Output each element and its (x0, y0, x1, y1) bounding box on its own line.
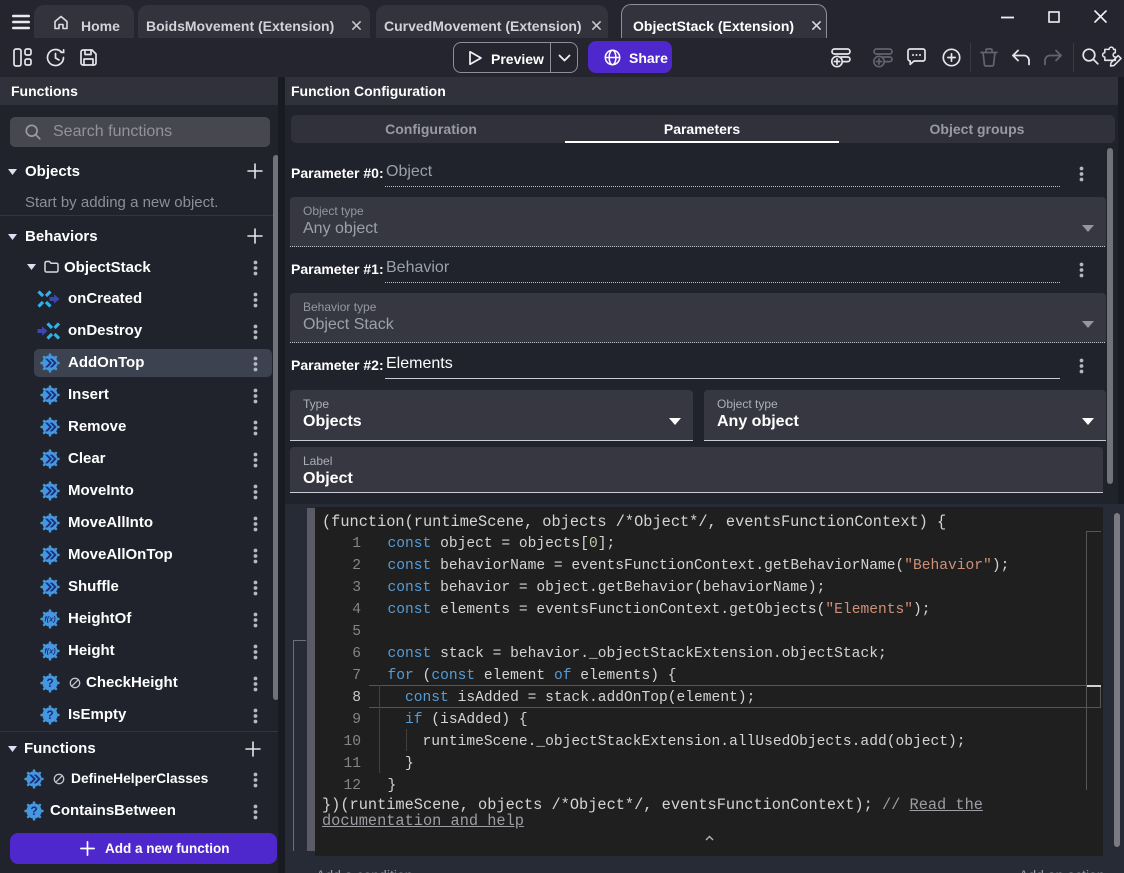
svg-text:?: ? (46, 676, 53, 690)
svg-text:?: ? (46, 708, 53, 722)
svg-text:f(x): f(x) (44, 615, 56, 624)
svg-text:f(x): f(x) (44, 647, 56, 656)
svg-text:?: ? (30, 804, 37, 818)
